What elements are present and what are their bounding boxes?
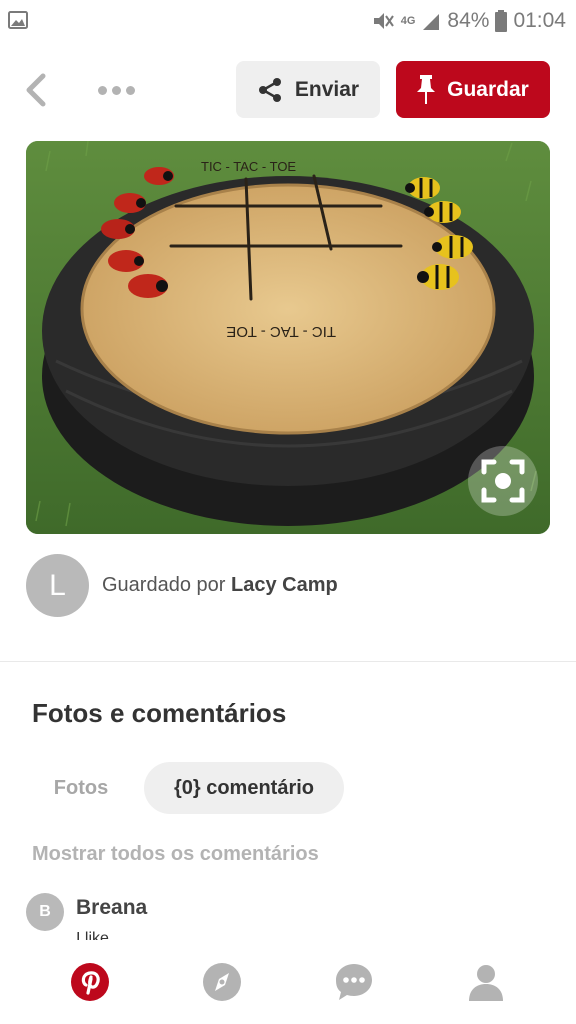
more-dot bbox=[125, 85, 135, 95]
section-divider bbox=[0, 661, 576, 662]
chevron-left-icon bbox=[26, 73, 46, 107]
share-icon bbox=[258, 77, 281, 102]
nav-messages[interactable] bbox=[326, 958, 382, 1006]
compass-icon bbox=[203, 963, 241, 1001]
clock: 01:04 bbox=[513, 9, 566, 32]
battery-percent: 84% bbox=[447, 9, 490, 32]
back-button[interactable] bbox=[18, 70, 54, 110]
saved-by-line: Guardado por Lacy Camp bbox=[102, 574, 338, 597]
send-label: Enviar bbox=[294, 77, 360, 101]
nav-home[interactable] bbox=[62, 958, 118, 1006]
bottom-nav bbox=[0, 940, 576, 1024]
visual-search-button[interactable] bbox=[468, 446, 538, 516]
nav-explore[interactable] bbox=[194, 958, 250, 1006]
section-title: Fotos e comentários bbox=[32, 698, 287, 728]
saver-name-link[interactable]: Lacy Camp bbox=[231, 574, 338, 596]
commenter-avatar[interactable]: B bbox=[26, 893, 64, 931]
signal-icon bbox=[423, 14, 440, 30]
commenter-name[interactable]: Breana bbox=[76, 896, 147, 920]
status-bar: 4G 84% 01:04 bbox=[0, 0, 576, 42]
pinterest-home-icon bbox=[71, 963, 109, 1001]
battery-icon bbox=[495, 10, 508, 32]
visual-search-icon bbox=[481, 459, 525, 503]
saved-by-prefix: Guardado por bbox=[102, 574, 226, 596]
tab-comments[interactable]: {0} comentário bbox=[144, 762, 344, 814]
show-all-comments-link[interactable]: Mostrar todos os comentários bbox=[32, 843, 319, 866]
network-type: 4G bbox=[400, 15, 416, 27]
more-dot bbox=[111, 85, 121, 95]
board-text-bottom: TIC - TAC - TOE bbox=[226, 323, 336, 340]
save-label: Guardar bbox=[447, 77, 529, 101]
pin-image[interactable]: TIC - TAC - TOE TIC - TAC - TOE bbox=[26, 141, 550, 534]
comment-text: I like bbox=[76, 930, 109, 940]
image-notification-icon bbox=[8, 11, 28, 29]
status-right: 4G 84% 01:04 bbox=[371, 8, 566, 34]
save-button[interactable]: Guardar bbox=[396, 61, 550, 118]
board-text-top: TIC - TAC - TOE bbox=[201, 159, 296, 174]
chat-icon bbox=[336, 964, 372, 1000]
more-dots-icon bbox=[97, 85, 107, 95]
pushpin-icon bbox=[417, 74, 436, 104]
send-button[interactable]: Enviar bbox=[236, 61, 380, 118]
nav-profile[interactable] bbox=[458, 958, 514, 1006]
saver-avatar[interactable]: L bbox=[26, 554, 89, 617]
mute-icon bbox=[373, 13, 394, 29]
more-options-button[interactable] bbox=[92, 76, 140, 104]
profile-icon bbox=[469, 965, 503, 1001]
tab-photos[interactable]: Fotos bbox=[32, 762, 130, 814]
